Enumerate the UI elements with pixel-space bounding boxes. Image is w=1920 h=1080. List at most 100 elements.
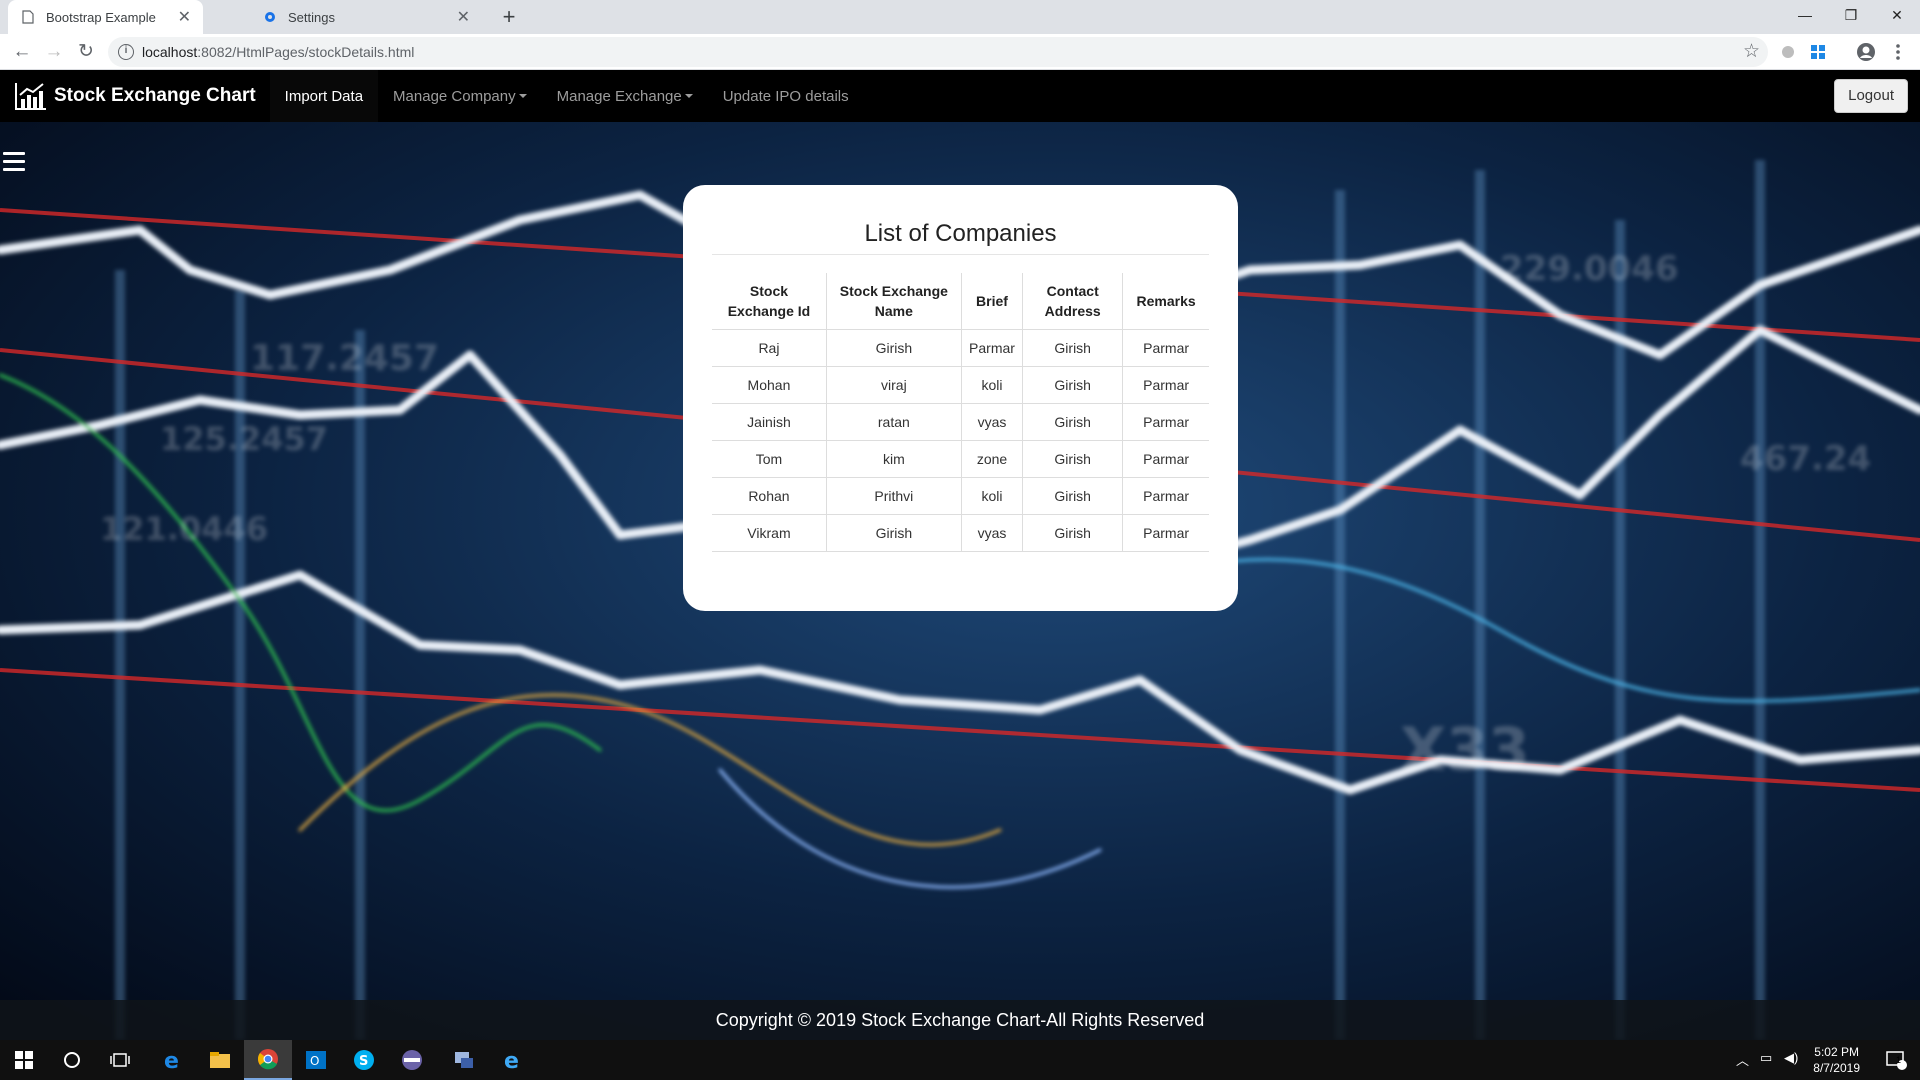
svg-text:S: S <box>359 1054 368 1069</box>
table-cell: Raj <box>712 328 827 367</box>
close-window-button[interactable]: ✕ <box>1874 0 1920 30</box>
windows-start-icon[interactable] <box>0 1040 48 1080</box>
file-explorer-icon[interactable] <box>196 1040 244 1080</box>
task-view-icon[interactable] <box>96 1040 144 1080</box>
table-cell: Girish <box>1022 513 1124 552</box>
close-icon[interactable]: ✕ <box>178 7 191 27</box>
skype-icon[interactable]: S <box>340 1040 388 1080</box>
table-cell: Girish <box>1022 476 1124 515</box>
svg-text:125.2457: 125.2457 <box>160 420 328 458</box>
tab-settings[interactable]: Settings ✕ <box>250 0 482 34</box>
table-cell: Girish <box>1022 328 1124 367</box>
svg-text:121.0446: 121.0446 <box>100 510 268 548</box>
table-cell: vyas <box>960 402 1024 441</box>
table-cell: Parmar <box>1122 365 1209 404</box>
nav-label: Manage Company <box>393 87 516 105</box>
windows-taskbar: e O S e ︿ ▭ ◀) 5:02 PM 8/7/2019 1 <box>0 1040 1920 1080</box>
table-row: Rohan Prithvi koli Girish Parmar <box>712 476 1209 515</box>
companies-card: List of Companies Stock Exchange Id Stoc… <box>683 185 1238 611</box>
table-row: Raj Girish Parmar Girish Parmar <box>712 328 1209 367</box>
internet-explorer-icon[interactable]: e <box>488 1040 536 1080</box>
tab-title: Settings <box>288 9 335 25</box>
system-clock[interactable]: 5:02 PM 8/7/2019 <box>1813 1044 1860 1076</box>
table-cell: Prithvi <box>825 476 962 515</box>
new-tab-button[interactable]: + <box>496 4 522 30</box>
table-cell: Parmar <box>1122 328 1209 367</box>
notification-icon[interactable]: 1 <box>1872 1040 1920 1080</box>
brand-logo[interactable]: Stock Exchange Chart <box>0 70 270 122</box>
restore-button[interactable]: ❐ <box>1828 0 1874 30</box>
column-header: Stock Exchange Name <box>825 273 962 330</box>
address-bar[interactable]: i localhost:8082/HtmlPages/stockDetails.… <box>108 37 1768 67</box>
search-icon[interactable] <box>48 1040 96 1080</box>
nav-label: Manage Exchange <box>556 87 682 105</box>
copyright-text: Copyright © 2019 Stock Exchange Chart-Al… <box>715 1010 1205 1030</box>
card-title: List of Companies <box>712 213 1209 255</box>
chevron-up-icon[interactable]: ︿ <box>1736 1050 1749 1069</box>
table-cell: Girish <box>1022 439 1124 478</box>
browser-tabstrip: Bootstrap Example ✕ Settings ✕ + — ❐ ✕ <box>0 0 1920 34</box>
table-cell: koli <box>960 365 1024 404</box>
browser-toolbar: ← → ↻ i localhost:8082/HtmlPages/stockDe… <box>0 34 1920 70</box>
edge-icon[interactable]: e <box>148 1040 196 1080</box>
svg-text:117.2457: 117.2457 <box>250 338 439 379</box>
outlook-icon[interactable]: O <box>292 1040 340 1080</box>
table-cell: Vikram <box>712 513 827 552</box>
brand-title: Stock Exchange Chart <box>54 85 256 106</box>
table-cell: Parmar <box>1122 513 1209 552</box>
table-row: Jainish ratan vyas Girish Parmar <box>712 402 1209 441</box>
top-navbar: Stock Exchange Chart Import Data Manage … <box>0 70 1920 122</box>
web-page: 117.2457 125.2457 121.0446 229.0046 467.… <box>0 70 1920 1040</box>
bar-chart-icon <box>15 83 46 110</box>
table-cell: vyas <box>960 513 1024 552</box>
info-icon[interactable]: i <box>118 44 134 60</box>
nav-import-data[interactable]: Import Data <box>269 70 379 122</box>
network-app-icon[interactable] <box>440 1040 488 1080</box>
page-icon <box>20 9 36 25</box>
table-cell: viraj <box>825 365 962 404</box>
table-row: Tom kim zone Girish Parmar <box>712 439 1209 478</box>
table-row: Mohan viraj koli Girish Parmar <box>712 365 1209 404</box>
reload-button[interactable]: ↻ <box>72 38 100 66</box>
table-cell: Jainish <box>712 402 827 441</box>
svg-text:e: e <box>164 1049 179 1071</box>
volume-icon[interactable]: ◀) <box>1784 1050 1798 1066</box>
companies-table: Stock Exchange Id Stock Exchange Name Br… <box>712 273 1209 552</box>
close-icon[interactable]: ✕ <box>457 7 470 27</box>
table-cell: Mohan <box>712 365 827 404</box>
tab-title: Bootstrap Example <box>46 9 156 25</box>
extension-icon[interactable] <box>1778 42 1798 62</box>
table-header-row: Stock Exchange Id Stock Exchange Name Br… <box>712 273 1209 330</box>
bookmark-star-icon[interactable]: ☆ <box>1743 40 1760 63</box>
back-button[interactable]: ← <box>8 38 36 66</box>
gear-icon <box>262 9 278 25</box>
network-icon[interactable]: ▭ <box>1760 1050 1772 1066</box>
windows-extension-icon[interactable] <box>1808 42 1828 62</box>
table-cell: kim <box>825 439 962 478</box>
table-cell: Rohan <box>712 476 827 515</box>
column-header: Contact Address <box>1022 273 1124 330</box>
nav-manage-company[interactable]: Manage Company <box>378 70 542 122</box>
caret-down-icon <box>684 94 693 98</box>
hamburger-menu-icon[interactable] <box>3 152 25 174</box>
table-cell: Parmar <box>1122 476 1209 515</box>
profile-icon[interactable] <box>1856 42 1876 62</box>
menu-dots-icon[interactable] <box>1888 42 1908 62</box>
svg-text:467.24: 467.24 <box>1740 439 1871 479</box>
app-icon[interactable] <box>388 1040 436 1080</box>
table-cell: Parmar <box>960 328 1024 367</box>
clock-time: 5:02 PM <box>1814 1045 1859 1059</box>
tab-bootstrap-example[interactable]: Bootstrap Example ✕ <box>8 0 203 34</box>
table-cell: Parmar <box>1122 402 1209 441</box>
nav-update-ipo[interactable]: Update IPO details <box>708 70 864 122</box>
chrome-icon[interactable] <box>244 1040 292 1080</box>
forward-button[interactable]: → <box>40 38 68 66</box>
table-cell: Girish <box>825 513 962 552</box>
table-cell: Girish <box>825 328 962 367</box>
minimize-button[interactable]: — <box>1782 0 1828 30</box>
nav-manage-exchange[interactable]: Manage Exchange <box>542 70 708 122</box>
svg-text:229.0046: 229.0046 <box>1500 249 1679 289</box>
table-cell: ratan <box>825 402 962 441</box>
logout-button[interactable]: Logout <box>1834 79 1908 113</box>
nav-label: Import Data <box>284 87 364 105</box>
